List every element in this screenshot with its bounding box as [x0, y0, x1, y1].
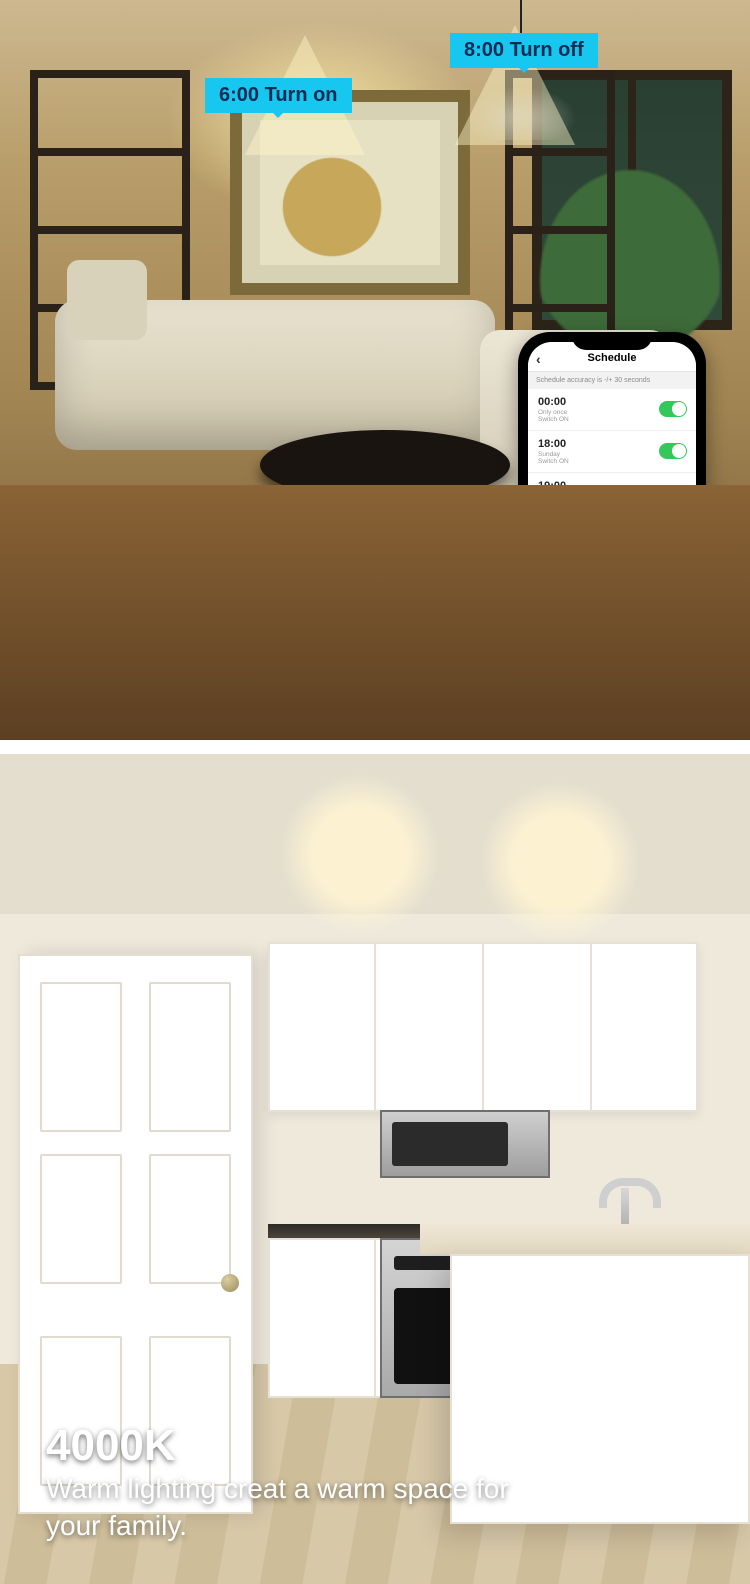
temp-caption: 4000K Warm lighting creat a warm space f…: [46, 1421, 566, 1544]
schedule-row[interactable]: 19:00 Only onceSwitch ON: [528, 473, 696, 515]
add-schedule-button[interactable]: Add Schedule: [528, 690, 696, 722]
schedule-toggle[interactable]: [659, 401, 687, 417]
schedule-row[interactable]: 21:00 Only onceSwitch ON: [528, 557, 696, 599]
timer-on-label: 6:00 Turn on: [205, 78, 352, 113]
timer-line2: Wake up with favorite color: [50, 666, 700, 711]
back-icon[interactable]: ‹: [536, 351, 541, 367]
timer-line1: Turn on/off a pre-set time: [50, 617, 700, 662]
phone-screen: ‹ Schedule Schedule accuracy is -/+ 30 s…: [528, 342, 696, 722]
schedule-row[interactable]: 00:00 Only onceSwitch ON: [528, 389, 696, 431]
phone-mockup: ‹ Schedule Schedule accuracy is -/+ 30 s…: [518, 332, 706, 732]
schedule-toggle[interactable]: [659, 443, 687, 459]
microwave: [380, 1110, 550, 1178]
door-knob: [221, 1274, 239, 1292]
schedule-toggle[interactable]: [659, 485, 687, 501]
timer-caption: Timer Turn on/off a pre-set time Wake up…: [0, 530, 750, 740]
timer-feature-panel: 6:00 Turn on 8:00 Turn off Timer Turn on…: [0, 0, 750, 740]
schedule-row[interactable]: 20:00 Only onceSwitch ON: [528, 515, 696, 557]
timer-title: Timer: [50, 548, 700, 613]
timer-off-label: 8:00 Turn off: [450, 33, 598, 68]
schedule-title: Schedule: [588, 352, 637, 364]
schedule-toggle[interactable]: [659, 569, 687, 585]
schedule-toggle[interactable]: [659, 527, 687, 543]
coffee-table: [260, 430, 510, 500]
color-temp-panel: 4000K Warm lighting creat a warm space f…: [0, 754, 750, 1584]
upper-cabinets: [268, 942, 698, 1112]
schedule-meta: Only onceSwitch ON: [538, 493, 686, 508]
panel-gap: [0, 740, 750, 754]
schedule-time: 21:00: [538, 564, 686, 576]
phone-notch: [572, 332, 652, 350]
schedule-meta: Only onceSwitch ON: [538, 535, 686, 550]
schedule-row[interactable]: 18:00 SundaySwitch ON: [528, 431, 696, 473]
schedule-time: 19:00: [538, 480, 686, 492]
color-temp-value: 4000K: [46, 1421, 566, 1471]
schedule-meta: Only onceSwitch ON: [538, 577, 686, 592]
schedule-accuracy-note: Schedule accuracy is -/+ 30 seconds: [528, 372, 696, 389]
sofa: [55, 300, 495, 450]
schedule-time: 20:00: [538, 522, 686, 534]
color-temp-desc: Warm lighting creat a warm space for you…: [46, 1471, 566, 1544]
